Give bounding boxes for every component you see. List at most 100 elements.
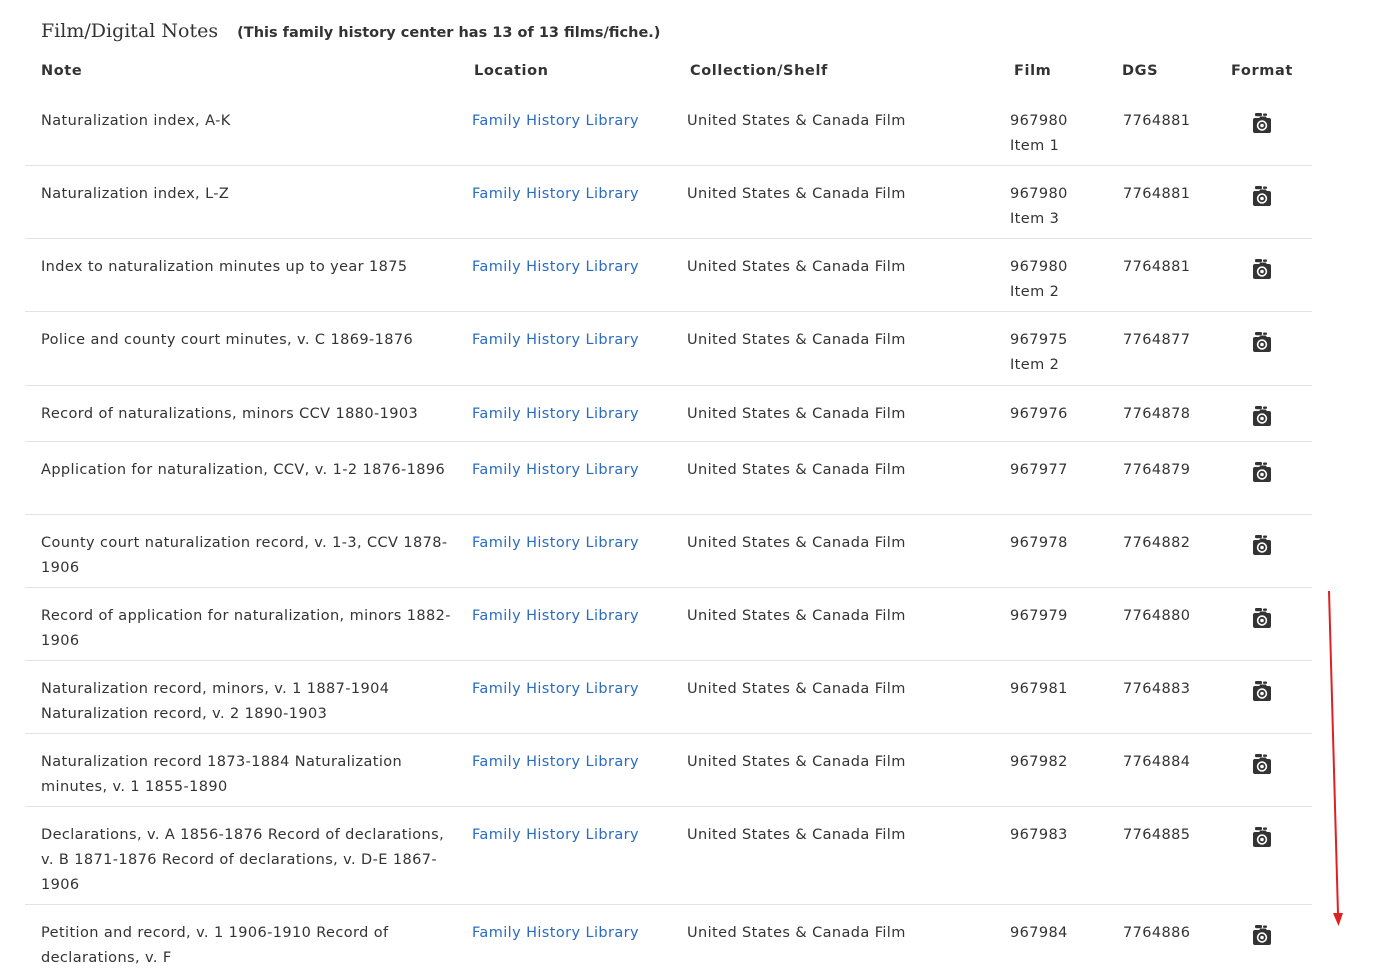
dgs-number: 7764881 — [1123, 113, 1191, 129]
camera-icon[interactable] — [1251, 331, 1273, 355]
collection-text: United States & Canada Film — [687, 754, 906, 770]
collection-text: United States & Canada Film — [687, 462, 906, 478]
film-number-value: 967979 — [1010, 608, 1068, 624]
note-text: Declarations, v. A 1856-1876 Record of d… — [41, 827, 445, 893]
film-number: 967981 — [1010, 677, 1068, 702]
collection-text: United States & Canada Film — [687, 827, 906, 843]
films-count-note: (This family history center has 13 of 13… — [237, 25, 661, 41]
film-number: 967984 — [1010, 921, 1068, 946]
column-header-note: Note — [41, 63, 83, 79]
table-row: Record of naturalizations, minors CCV 18… — [25, 385, 1312, 442]
camera-icon[interactable] — [1251, 405, 1273, 429]
dgs-number: 7764879 — [1123, 462, 1191, 478]
film-number-value: 967984 — [1010, 925, 1068, 941]
location-link[interactable]: Family History Library — [472, 458, 639, 483]
table-row: Application for naturalization, CCV, v. … — [25, 441, 1312, 515]
film-number: 967980 Item 1 — [1010, 109, 1068, 159]
column-header-format: Format — [1231, 63, 1293, 79]
note-text: County court naturalization record, v. 1… — [41, 535, 448, 576]
table-row: Record of application for naturalization… — [25, 587, 1312, 661]
dgs-number: 7764885 — [1123, 827, 1191, 843]
location-link[interactable]: Family History Library — [472, 328, 639, 353]
film-number: 967982 — [1010, 750, 1068, 775]
location-link[interactable]: Family History Library — [472, 402, 639, 427]
camera-icon[interactable] — [1251, 680, 1273, 704]
dgs-number: 7764886 — [1123, 925, 1191, 941]
film-number-value: 967980 — [1010, 186, 1068, 202]
film-number: 967975 Item 2 — [1010, 328, 1068, 378]
camera-icon[interactable] — [1251, 753, 1273, 777]
dgs-number: 7764877 — [1123, 332, 1191, 348]
camera-icon[interactable] — [1251, 924, 1273, 948]
location-link[interactable]: Family History Library — [472, 531, 639, 556]
location-link[interactable]: Family History Library — [472, 677, 639, 702]
collection-text: United States & Canada Film — [687, 113, 906, 129]
film-number-value: 967976 — [1010, 406, 1068, 422]
column-header-dgs: DGS — [1122, 63, 1159, 79]
page-title: Film/Digital Notes — [41, 20, 219, 42]
location-link[interactable]: Family History Library — [472, 921, 639, 946]
film-number: 967979 — [1010, 604, 1068, 629]
film-number: 967980 Item 2 — [1010, 255, 1068, 305]
collection-text: United States & Canada Film — [687, 406, 906, 422]
table-row: Petition and record, v. 1 1906-1910 Reco… — [25, 904, 1312, 966]
note-text: Police and county court minutes, v. C 18… — [41, 332, 414, 348]
location-link[interactable]: Family History Library — [472, 750, 639, 775]
film-number-value: 967983 — [1010, 827, 1068, 843]
film-number-value: 967980 — [1010, 259, 1068, 275]
note-text: Application for naturalization, CCV, v. … — [41, 462, 446, 478]
dgs-number: 7764884 — [1123, 754, 1191, 770]
column-header-location: Location — [474, 63, 549, 79]
camera-icon[interactable] — [1251, 112, 1273, 136]
table-row: County court naturalization record, v. 1… — [25, 514, 1312, 588]
camera-icon[interactable] — [1251, 185, 1273, 209]
table-row: Declarations, v. A 1856-1876 Record of d… — [25, 806, 1312, 905]
location-link[interactable]: Family History Library — [472, 604, 639, 629]
film-number: 967976 — [1010, 402, 1068, 427]
location-link[interactable]: Family History Library — [472, 109, 639, 134]
collection-text: United States & Canada Film — [687, 681, 906, 697]
film-number-value: 967978 — [1010, 535, 1068, 551]
table-row: Naturalization record, minors, v. 1 1887… — [25, 660, 1312, 734]
note-text: Index to naturalization minutes up to ye… — [41, 259, 408, 275]
film-item: Item 2 — [1010, 284, 1060, 300]
dgs-number: 7764881 — [1123, 259, 1191, 275]
film-number-value: 967980 — [1010, 113, 1068, 129]
camera-icon[interactable] — [1251, 258, 1273, 282]
film-number: 967983 — [1010, 823, 1068, 848]
camera-icon[interactable] — [1251, 607, 1273, 631]
dgs-number: 7764883 — [1123, 681, 1191, 697]
table-row: Naturalization index, A-K Family History … — [25, 92, 1312, 166]
collection-text: United States & Canada Film — [687, 608, 906, 624]
film-number-value: 967977 — [1010, 462, 1068, 478]
note-text: Naturalization record 1873-1884 Naturali… — [41, 754, 403, 795]
table-row: Index to naturalization minutes up to ye… — [25, 238, 1312, 312]
film-item: Item 2 — [1010, 357, 1060, 373]
column-header-collection: Collection/Shelf — [690, 63, 828, 79]
film-number-value: 967975 — [1010, 332, 1068, 348]
collection-text: United States & Canada Film — [687, 925, 906, 941]
film-number: 967977 — [1010, 458, 1068, 483]
note-text: Naturalization record, minors, v. 1 1887… — [41, 681, 390, 722]
column-header-film: Film — [1014, 63, 1052, 79]
collection-text: United States & Canada Film — [687, 535, 906, 551]
collection-text: United States & Canada Film — [687, 332, 906, 348]
note-text: Petition and record, v. 1 1906-1910 Reco… — [41, 925, 389, 966]
table-row: Naturalization index, L-Z Family History … — [25, 165, 1312, 239]
note-text: Record of naturalizations, minors CCV 18… — [41, 406, 419, 422]
film-number-value: 967982 — [1010, 754, 1068, 770]
table-row: Police and county court minutes, v. C 18… — [25, 311, 1312, 386]
note-text: Naturalization index, A-K — [41, 113, 231, 129]
camera-icon[interactable] — [1251, 534, 1273, 558]
film-number: 967978 — [1010, 531, 1068, 556]
note-text: Naturalization index, L-Z — [41, 186, 230, 202]
camera-icon[interactable] — [1251, 461, 1273, 485]
location-link[interactable]: Family History Library — [472, 182, 639, 207]
camera-icon[interactable] — [1251, 826, 1273, 850]
dgs-number: 7764880 — [1123, 608, 1191, 624]
location-link[interactable]: Family History Library — [472, 823, 639, 848]
collection-text: United States & Canada Film — [687, 186, 906, 202]
location-link[interactable]: Family History Library — [472, 255, 639, 280]
film-item: Item 1 — [1010, 138, 1060, 154]
film-number: 967980 Item 3 — [1010, 182, 1068, 232]
